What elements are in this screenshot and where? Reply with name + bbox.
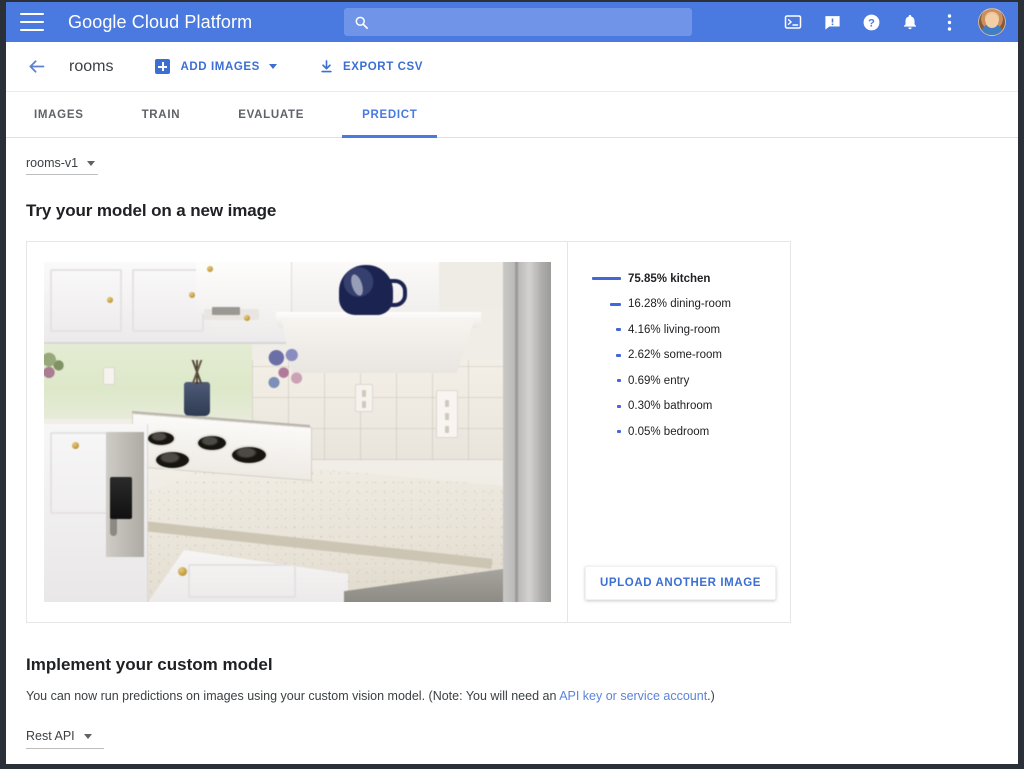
prediction-card: 75.85% kitchen 16.28% dining-room 4.16% …: [26, 241, 791, 623]
prediction-row: 2.62% some-room: [592, 343, 770, 369]
more-options-icon[interactable]: [939, 12, 959, 32]
prediction-label: 0.30% bathroom: [628, 400, 712, 412]
export-csv-button[interactable]: EXPORT CSV: [319, 59, 423, 74]
implement-section-title: Implement your custom model: [26, 655, 1018, 675]
prediction-bar: [592, 277, 621, 280]
plus-icon: [155, 59, 170, 74]
prediction-row: 4.16% living-room: [592, 317, 770, 343]
page-title: Try your model on a new image: [26, 201, 1018, 221]
prediction-bar: [617, 379, 621, 382]
prediction-bar: [616, 354, 621, 357]
implement-description: You can now run predictions on images us…: [26, 689, 1018, 703]
prediction-label: 4.16% living-room: [628, 324, 720, 336]
dataset-subheader: rooms ADD IMAGES EXPORT CSV: [6, 42, 1018, 92]
prediction-label: 16.28% dining-room: [628, 298, 731, 310]
prediction-row: 16.28% dining-room: [592, 292, 770, 318]
dataset-name: rooms: [69, 58, 113, 76]
api-type-value: Rest API: [26, 729, 75, 743]
chevron-down-icon: [269, 64, 277, 69]
prediction-row: 75.85% kitchen: [592, 266, 770, 292]
header-icon-group: ?: [783, 2, 1006, 42]
api-key-link[interactable]: API key or service account: [559, 689, 707, 703]
prediction-bar-slot: [592, 405, 628, 408]
prediction-label: 0.05% bedroom: [628, 426, 709, 438]
implement-desc-after: .): [707, 689, 715, 703]
prediction-label: 0.69% entry: [628, 375, 689, 387]
tab-images[interactable]: IMAGES: [26, 92, 92, 137]
gcp-top-header: Google Cloud Platform: [6, 2, 1018, 42]
prediction-bar: [617, 405, 621, 408]
user-avatar[interactable]: [978, 8, 1006, 36]
implement-desc-before: You can now run predictions on images us…: [26, 689, 559, 703]
chevron-down-icon: [87, 161, 95, 166]
add-images-label: ADD IMAGES: [180, 61, 259, 73]
cloud-shell-icon[interactable]: [783, 12, 803, 32]
chevron-down-icon: [84, 734, 92, 739]
add-images-button[interactable]: ADD IMAGES: [155, 59, 276, 74]
search-icon: [354, 15, 369, 30]
export-csv-label: EXPORT CSV: [343, 61, 423, 73]
tab-train[interactable]: TRAIN: [134, 92, 189, 137]
prediction-label: 75.85% kitchen: [628, 273, 710, 285]
notifications-bell-icon[interactable]: [900, 12, 920, 32]
tab-predict[interactable]: PREDICT: [354, 92, 425, 137]
download-icon: [319, 59, 334, 74]
prediction-results: 75.85% kitchen 16.28% dining-room 4.16% …: [568, 242, 790, 622]
back-arrow-icon[interactable]: [26, 56, 47, 77]
model-version-select[interactable]: rooms-v1: [26, 156, 98, 175]
prediction-bar-slot: [592, 277, 628, 280]
prediction-bar: [617, 430, 621, 433]
prediction-row: 0.30% bathroom: [592, 394, 770, 420]
tab-bar: IMAGES TRAIN EVALUATE PREDICT: [6, 92, 1018, 138]
prediction-bar: [616, 328, 621, 331]
hamburger-menu-icon[interactable]: [20, 13, 44, 31]
prediction-bar-slot: [592, 328, 628, 331]
prediction-row: 0.69% entry: [592, 368, 770, 394]
gcp-brand-title: Google Cloud Platform: [68, 12, 252, 33]
prediction-bar: [610, 303, 621, 306]
prediction-bar-slot: [592, 430, 628, 433]
svg-text:?: ?: [868, 17, 875, 29]
feedback-icon[interactable]: [822, 12, 842, 32]
browser-window: Google Cloud Platform: [0, 0, 1024, 769]
help-icon[interactable]: ?: [861, 12, 881, 32]
prediction-bar-slot: [592, 354, 628, 357]
search-input[interactable]: [377, 15, 682, 30]
kitchen-photo: [44, 262, 551, 602]
upload-another-image-button[interactable]: UPLOAD ANOTHER IMAGE: [585, 566, 776, 600]
prediction-bar-slot: [592, 303, 628, 306]
image-pane: [27, 242, 568, 622]
search-box[interactable]: [344, 8, 692, 36]
prediction-label: 2.62% some-room: [628, 349, 722, 361]
api-type-select[interactable]: Rest API: [26, 729, 104, 749]
prediction-row: 0.05% bedroom: [592, 419, 770, 445]
model-version-value: rooms-v1: [26, 156, 78, 170]
main-content: rooms-v1 Try your model on a new image: [6, 156, 1018, 769]
prediction-bar-slot: [592, 379, 628, 382]
tab-evaluate[interactable]: EVALUATE: [230, 92, 312, 137]
